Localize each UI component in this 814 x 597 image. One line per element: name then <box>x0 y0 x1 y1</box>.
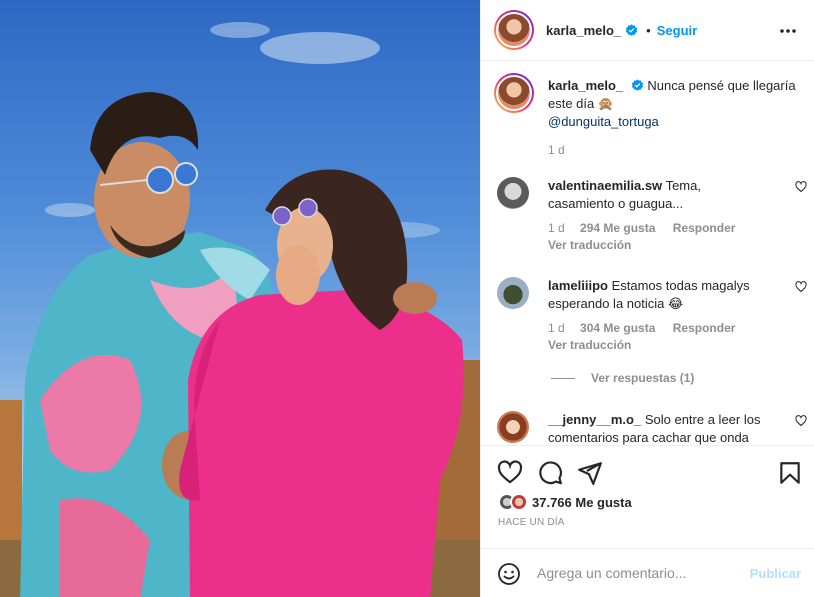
caption-avatar[interactable] <box>494 73 534 113</box>
post-header: karla_melo_ • Seguir <box>481 0 814 61</box>
bookmark-icon[interactable] <box>777 460 803 486</box>
reply-button[interactable]: Responder <box>673 221 736 235</box>
comments-section[interactable]: karla_melo_ Nunca pensé que llegaría est… <box>481 61 814 445</box>
caption-username[interactable]: karla_melo_ <box>548 78 623 93</box>
comment-text-block: valentinaemilia.sw Tema, casamiento o gu… <box>548 177 763 213</box>
instagram-post-view: karla_melo_ • Seguir karla_melo_ Nunca p… <box>0 0 814 597</box>
commenter-avatar[interactable] <box>497 277 529 309</box>
comment-username[interactable]: lameliiipo <box>548 278 608 293</box>
comment-input[interactable] <box>537 561 737 585</box>
comment-likes[interactable]: 304 Me gusta <box>580 321 655 335</box>
header-separator: • <box>646 22 651 38</box>
view-replies-button[interactable]: Ver respuestas (1) <box>551 371 694 385</box>
translate-link[interactable]: Ver traducción <box>548 338 631 352</box>
comment-meta: 1 d 304 Me gusta Responder <box>548 321 735 335</box>
photo-illustration <box>0 22 480 597</box>
commenter-avatar[interactable] <box>497 177 529 209</box>
verified-badge-icon <box>625 23 638 36</box>
comment-like-heart-icon[interactable] <box>795 181 807 193</box>
likes-summary[interactable]: 37.766 Me gusta <box>498 493 632 511</box>
reply-button[interactable]: Responder <box>673 321 736 335</box>
likes-count[interactable]: 37.766 Me gusta <box>532 495 632 510</box>
add-comment-bar: Publicar <box>481 548 814 597</box>
comment-time[interactable]: 1 d <box>548 321 565 335</box>
view-replies-label: Ver respuestas (1) <box>591 371 695 385</box>
comment-username[interactable]: valentinaemilia.sw <box>548 178 662 193</box>
heart-icon[interactable] <box>497 460 523 486</box>
caption-mention-link[interactable]: @dunguita_tortuga <box>548 114 659 129</box>
author-username[interactable]: karla_melo_ <box>546 23 621 38</box>
publish-button[interactable]: Publicar <box>750 566 801 581</box>
view-replies-line <box>551 377 575 379</box>
comment-username[interactable]: __jenny__m.o_ <box>548 412 641 427</box>
post-actions: 37.766 Me gusta HACE UN DÍA <box>481 445 814 548</box>
post-photo[interactable] <box>0 0 480 597</box>
comment-icon[interactable] <box>537 460 563 486</box>
comment-like-heart-icon[interactable] <box>795 281 807 293</box>
author-avatar[interactable] <box>494 10 534 50</box>
follow-button[interactable]: Seguir <box>657 23 697 38</box>
comment-time[interactable]: 1 d <box>548 221 565 235</box>
caption-text-block: karla_melo_ Nunca pensé que llegaría est… <box>548 77 798 131</box>
translate-link[interactable]: Ver traducción <box>548 238 631 252</box>
more-options-icon[interactable] <box>779 22 797 40</box>
comment-text-block: lameliiipo Estamos todas magalys esperan… <box>548 277 763 313</box>
commenter-avatar[interactable] <box>497 411 529 443</box>
comment-like-heart-icon[interactable] <box>795 415 807 427</box>
post-details-panel: karla_melo_ • Seguir karla_melo_ Nunca p… <box>480 0 814 597</box>
caption-timestamp[interactable]: 1 d <box>548 143 565 157</box>
liker-avatar <box>510 493 528 511</box>
emoji-icon[interactable] <box>497 562 521 586</box>
verified-badge-icon <box>631 79 643 91</box>
share-icon[interactable] <box>577 460 603 486</box>
comment-text-block: __jenny__m.o_ Solo entre a leer los come… <box>548 411 763 445</box>
post-timestamp[interactable]: HACE UN DÍA <box>498 517 565 528</box>
comment-meta: 1 d 294 Me gusta Responder <box>548 221 735 235</box>
comment-likes[interactable]: 294 Me gusta <box>580 221 655 235</box>
